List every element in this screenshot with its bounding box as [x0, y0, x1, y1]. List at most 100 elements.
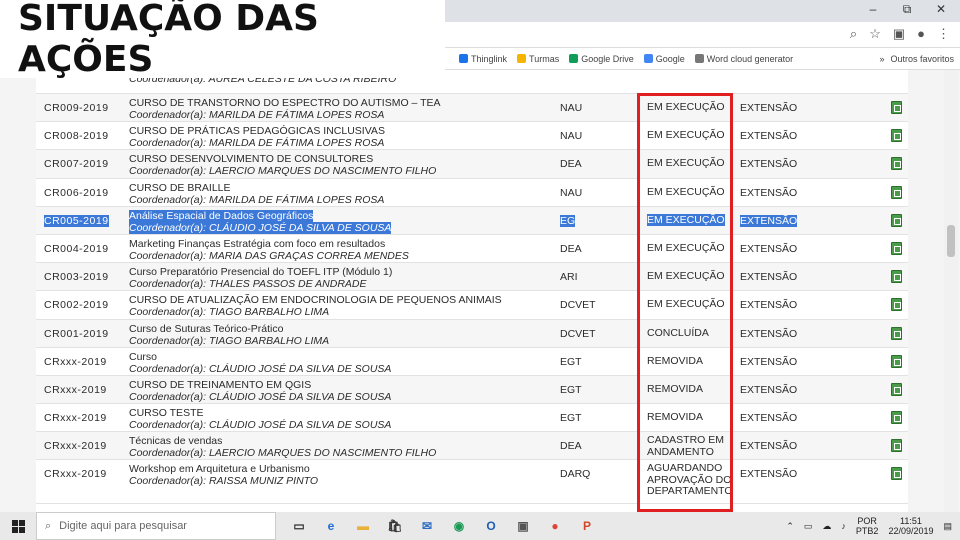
table-row[interactable]: CR006-2019 CURSO DE BRAILLE Coordenador(a)… — [36, 179, 908, 207]
table-row[interactable]: CRxxx-2019 CURSO TESTE Coordenador(a): CLÁ… — [36, 404, 908, 433]
table-row[interactable]: CR002-2019 CURSO DE ATUALIZAÇÃO EM ENDOCR… — [36, 291, 908, 320]
menu-icon[interactable]: ⋮ — [937, 26, 950, 42]
action-title[interactable]: CURSO DE ATUALIZAÇÃO EM ENDOCRINOLOGIA D… — [129, 294, 549, 306]
page-scrollbar[interactable] — [944, 70, 958, 512]
spreadsheet-icon[interactable] — [891, 382, 902, 396]
action-title[interactable]: Curso Preparatório Presencial do TOEFL I… — [129, 266, 549, 278]
table-row[interactable]: CRxxx-2019 Curso Coordenador(a): CLÁUDIO J… — [36, 348, 908, 376]
action-coordinator: Coordenador(a): THALES PASSOS DE ANDRADE — [129, 278, 367, 291]
action-unit: DEA — [560, 158, 582, 171]
up-arrow-icon[interactable]: ⌃ — [786, 521, 794, 532]
action-title[interactable]: Workshop em Arquitetura e Urbanismo — [129, 463, 549, 475]
action-title[interactable]: Análise Espacial de Dados Geográficos — [129, 209, 549, 222]
scrollbar-thumb[interactable] — [947, 225, 955, 257]
notifications-icon[interactable]: ▤ — [943, 521, 952, 532]
taskbar-search[interactable]: ⌕ Digite aqui para pesquisar — [36, 512, 276, 540]
action-type: EXTENSÃO — [740, 186, 798, 199]
spreadsheet-icon[interactable] — [891, 213, 902, 227]
action-unit: DCVET — [560, 299, 596, 312]
bookmark-thinglink[interactable]: Thinglink — [459, 54, 507, 64]
table-row[interactable]: CR003-2019 Curso Preparatório Presencial … — [36, 263, 908, 292]
action-title[interactable]: CURSO DE PRÁTICAS PEDAGÓGICAS INCLUSIVAS — [129, 125, 549, 137]
action-type: EXTENSÃO — [740, 440, 798, 453]
bookmark-word-cloud[interactable]: Word cloud generator — [694, 54, 793, 64]
action-unit: NAU — [560, 130, 583, 143]
speaker-icon[interactable]: ♪ — [841, 521, 846, 531]
spreadsheet-icon[interactable] — [891, 157, 902, 171]
action-status: EM EXECUÇÃO — [647, 298, 725, 311]
profile-icon[interactable]: ● — [917, 26, 925, 42]
table-row[interactable]: CR005-2019 Análise Espacial de Dados Geog… — [36, 206, 908, 235]
powerpoint-icon[interactable]: P — [578, 517, 596, 535]
bookmark-icon — [694, 54, 704, 63]
bookmark-google-drive[interactable]: Google Drive — [569, 54, 634, 64]
language-indicator[interactable]: POR PTB2 — [856, 516, 879, 536]
bookmarks-more-button[interactable]: » — [879, 54, 884, 64]
action-title[interactable]: CURSO DE TREINAMENTO EM QGIS — [129, 379, 549, 391]
bookmark-turmas[interactable]: Turmas — [517, 54, 559, 64]
action-title-cell: Curso de Suturas Teórico-Prático Coordena… — [129, 323, 549, 347]
file-explorer-icon[interactable]: ▬ — [354, 517, 372, 535]
battery-icon[interactable]: ▭ — [804, 521, 813, 532]
action-unit: NAU — [560, 186, 583, 199]
table-row[interactable]: CRxxx-2019 CURSO DE TREINAMENTO EM QGIS Co… — [36, 375, 908, 405]
action-title[interactable]: CURSO DE BRAILLE — [129, 182, 549, 194]
action-title[interactable]: CURSO TESTE — [129, 407, 549, 419]
action-title[interactable]: Curso — [129, 351, 549, 363]
minimize-button[interactable]: – — [860, 2, 886, 20]
outlook-icon[interactable]: O — [482, 517, 500, 535]
taskbar-search-placeholder: Digite aqui para pesquisar — [59, 520, 187, 532]
table-row[interactable]: CRxxx-2019 Técnicas de vendas Coordenador(… — [36, 432, 908, 461]
spreadsheet-icon[interactable] — [891, 467, 902, 481]
spreadsheet-icon[interactable] — [891, 411, 902, 425]
bookmarks-overflow: » Outros favoritos — [879, 54, 960, 64]
action-code: CR008-2019 — [44, 130, 109, 143]
action-title[interactable]: Técnicas de vendas — [129, 435, 549, 447]
search-icon[interactable]: ⌕ — [850, 26, 857, 42]
spreadsheet-icon[interactable] — [891, 241, 902, 255]
other-bookmarks-folder[interactable]: Outros favoritos — [890, 54, 954, 64]
cloud-icon[interactable]: ☁ — [822, 521, 831, 532]
spreadsheet-icon[interactable] — [891, 326, 902, 340]
start-button[interactable] — [0, 512, 36, 540]
action-type: EXTENSÃO — [740, 158, 798, 171]
spreadsheet-icon[interactable] — [891, 354, 902, 368]
action-code: CR007-2019 — [44, 158, 109, 171]
address-bar[interactable]: ⌕ ☆ ▣ ● ⋮ — [445, 22, 960, 48]
table-row[interactable]: CR007-2019 CURSO DESENVOLVIMENTO DE CONSU… — [36, 150, 908, 179]
chrome-icon[interactable]: ● — [546, 517, 564, 535]
spreadsheet-icon[interactable] — [891, 101, 902, 114]
bookmark-icon — [517, 54, 527, 63]
spreadsheet-icon[interactable] — [891, 185, 902, 199]
action-title[interactable]: CURSO DESENVOLVIMENTO DE CONSULTORES — [129, 153, 549, 165]
spreadsheet-icon[interactable] — [891, 270, 902, 284]
star-icon[interactable]: ☆ — [869, 26, 881, 42]
photos-icon[interactable]: ▣ — [514, 517, 532, 535]
action-title[interactable]: Curso de Suturas Teórico-Prático — [129, 323, 549, 335]
chrome-app-icon[interactable]: ◉ — [450, 517, 468, 535]
spreadsheet-icon[interactable] — [891, 129, 902, 143]
action-title-cell: Marketing Finanças Estratégia com foco e… — [129, 238, 549, 262]
task-view-icon[interactable]: ▭ — [290, 517, 308, 535]
spreadsheet-icon[interactable] — [891, 298, 902, 312]
clock[interactable]: 11:51 22/09/2019 — [888, 516, 933, 536]
action-code: CR003-2019 — [44, 271, 109, 284]
action-title[interactable]: CURSO DE TRANSTORNO DO ESPECTRO DO AUTIS… — [129, 97, 549, 109]
spreadsheet-icon[interactable] — [891, 439, 902, 453]
close-button[interactable]: ✕ — [928, 2, 954, 20]
extension-icon[interactable]: ▣ — [893, 26, 905, 42]
store-icon[interactable]: 🛍 — [386, 517, 404, 535]
action-status: CADASTRO EM ANDAMENTO — [647, 434, 725, 458]
table-row[interactable]: CR008-2019 CURSO DE PRÁTICAS PEDAGÓGICAS … — [36, 122, 908, 151]
mail-icon[interactable]: ✉ — [418, 517, 436, 535]
action-title[interactable]: Marketing Finanças Estratégia com foco e… — [129, 238, 549, 250]
table-row[interactable]: CR009-2019 CURSO DE TRANSTORNO DO ESPECTR… — [36, 94, 908, 123]
table-row[interactable]: CR001-2019 Curso de Suturas Teórico-Práti… — [36, 319, 908, 348]
action-type: EXTENSÃO — [740, 468, 798, 481]
edge-icon[interactable]: e — [322, 517, 340, 535]
action-title-cell: Curso Coordenador(a): CLÁUDIO JOSÉ DA SIL… — [129, 351, 549, 375]
table-row[interactable]: CRxxx-2019 Workshop em Arquitetura e Urba… — [36, 460, 908, 505]
restore-button[interactable]: ⧉ — [894, 2, 920, 20]
bookmark-google[interactable]: Google — [643, 54, 685, 64]
table-row[interactable]: CR004-2019 Marketing Finanças Estratégia … — [36, 235, 908, 264]
